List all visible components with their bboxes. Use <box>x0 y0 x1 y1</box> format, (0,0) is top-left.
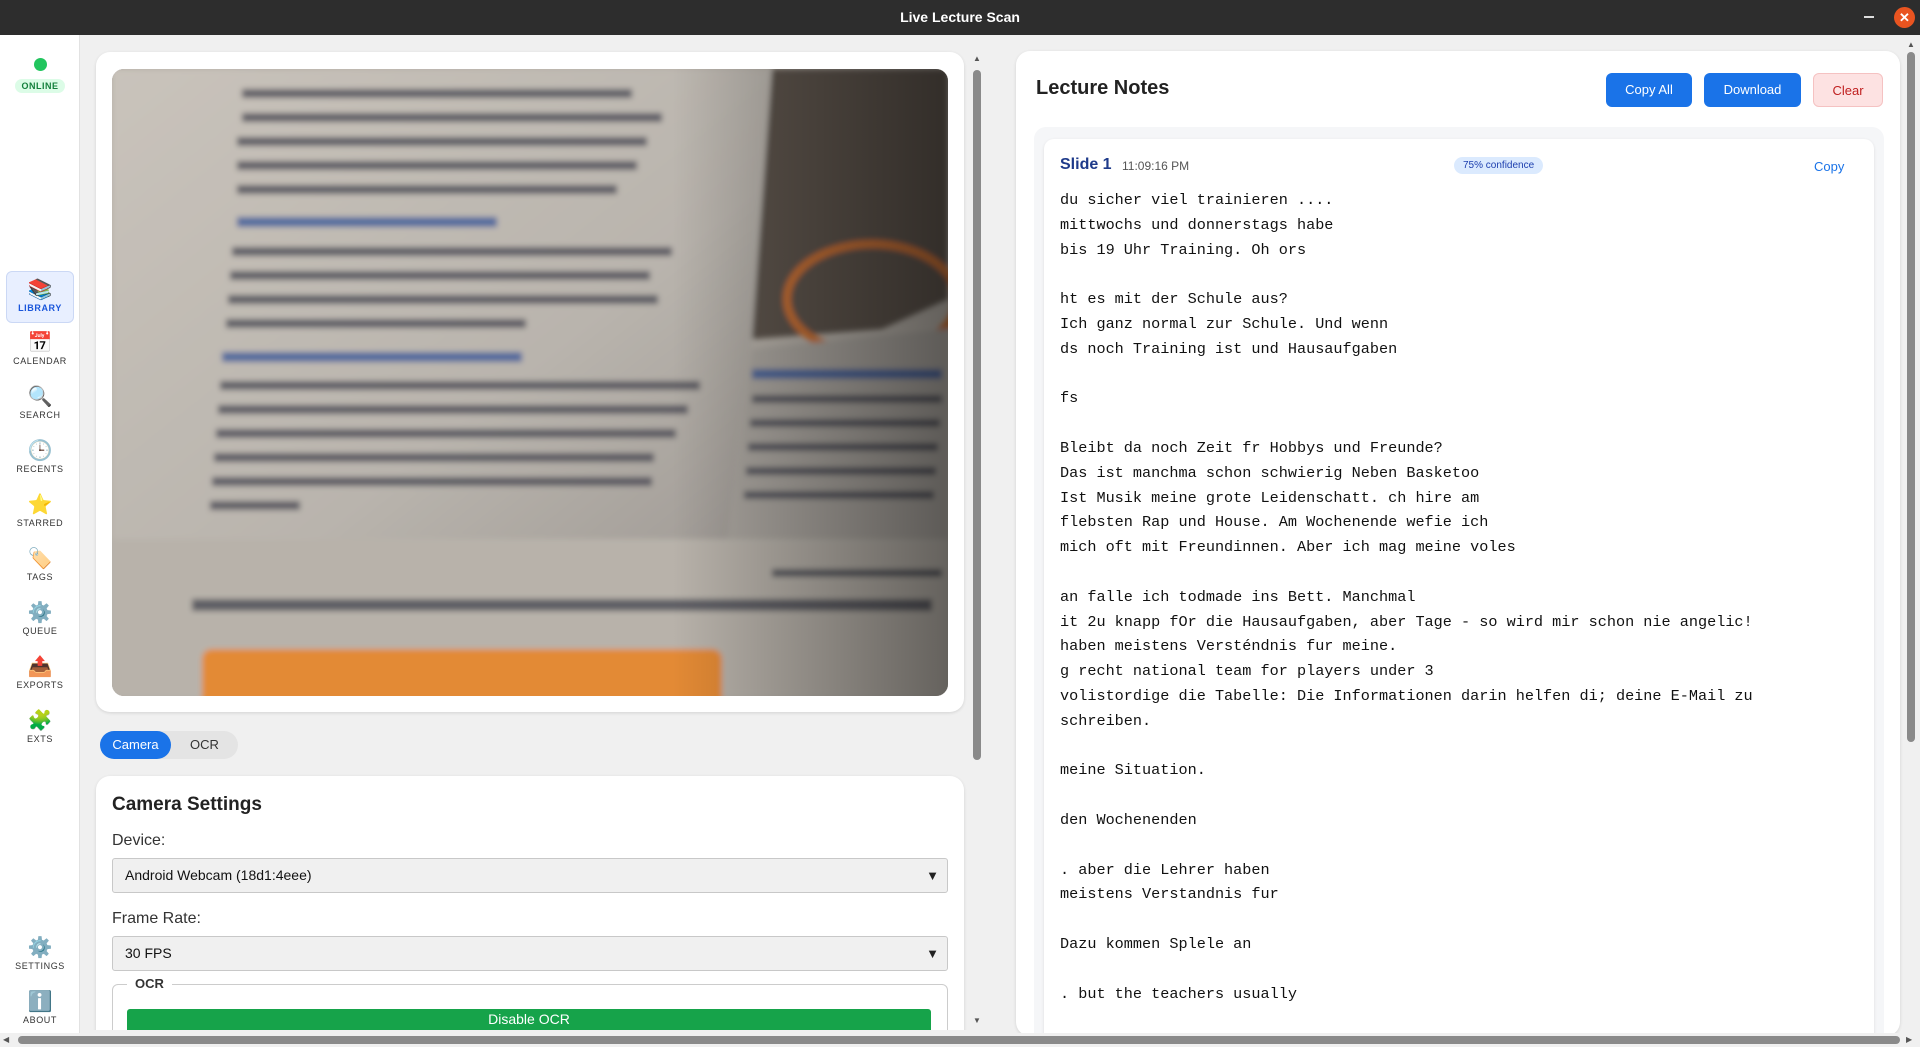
star-icon: ⭐ <box>27 494 53 516</box>
slide-ocr-text: du sicher viel trainieren .... mittwochs… <box>1060 191 1753 1003</box>
sidebar-item-settings[interactable]: ⚙️ SETTINGS <box>6 930 74 982</box>
sidebar-item-starred[interactable]: ⭐ STARRED <box>6 487 74 539</box>
notes-scrollbar[interactable]: ▲ <box>1904 38 1918 1028</box>
scrollbar-thumb[interactable] <box>18 1036 1900 1044</box>
copy-all-button[interactable]: Copy All <box>1606 73 1692 107</box>
minimize-icon[interactable] <box>1859 8 1879 28</box>
sidebar-item-label: CALENDAR <box>13 356 67 366</box>
confidence-badge: 75% confidence <box>1454 157 1544 174</box>
camera-pane: Camera OCR Camera Settings Device: Andro… <box>90 50 970 1030</box>
sidebar-item-label: ABOUT <box>22 1015 57 1025</box>
scrollbar-thumb[interactable] <box>1907 52 1915 742</box>
sidebar-item-tags[interactable]: 🏷️ TAGS <box>6 541 74 593</box>
sidebar-item-exts[interactable]: 🧩 EXTS <box>6 703 74 755</box>
sidebar-item-label: LIBRARY <box>18 303 62 313</box>
scrollbar-thumb[interactable] <box>973 70 981 760</box>
notes-list: Slide 1 11:09:16 PM 75% confidence Copy … <box>1034 127 1884 1036</box>
close-icon[interactable]: ✕ <box>1894 7 1915 28</box>
puzzle-icon: 🧩 <box>27 710 53 732</box>
device-select-value: Android Webcam (18d1:4eee) <box>125 867 312 883</box>
scroll-down-icon[interactable]: ▼ <box>970 1016 984 1025</box>
camera-frame-image <box>112 69 948 696</box>
status-badge: ONLINE <box>15 79 65 93</box>
tab-ocr[interactable]: OCR <box>171 731 238 759</box>
clock-icon: 🕒 <box>27 440 53 462</box>
sidebar: ONLINE 📚 LIBRARY 📅 CALENDAR 🔍 SEARCH 🕒 R… <box>0 35 80 1037</box>
ocr-fieldset: OCR Disable OCR <box>112 976 948 1030</box>
sidebar-item-search[interactable]: 🔍 SEARCH <box>6 379 74 431</box>
sidebar-item-about[interactable]: ℹ️ ABOUT <box>6 984 74 1036</box>
sidebar-item-queue[interactable]: ⚙️ QUEUE <box>6 595 74 647</box>
slide-title: Slide 1 <box>1060 156 1112 173</box>
sidebar-item-label: RECENTS <box>16 464 64 474</box>
frame-rate-select-value: 30 FPS <box>125 945 172 961</box>
sidebar-item-exports[interactable]: 📤 EXPORTS <box>6 649 74 701</box>
lecture-notes-panel: Lecture Notes Copy All Download Clear Sl… <box>1016 51 1900 1036</box>
mode-tabs: Camera OCR <box>100 731 238 759</box>
camera-preview-card <box>96 52 964 712</box>
horizontal-scrollbar[interactable]: ◀ ▶ <box>0 1033 1920 1047</box>
tab-camera[interactable]: Camera <box>100 731 171 759</box>
sidebar-item-library[interactable]: 📚 LIBRARY <box>6 271 74 323</box>
device-label: Device: <box>112 832 166 849</box>
scroll-up-icon[interactable]: ▲ <box>970 54 984 63</box>
scroll-right-icon[interactable]: ▶ <box>1906 1033 1912 1047</box>
chevron-down-icon: ▼ <box>926 946 939 961</box>
device-select[interactable]: Android Webcam (18d1:4eee) ▼ <box>112 858 948 893</box>
sidebar-item-label: EXTS <box>27 734 53 744</box>
sidebar-item-label: TAGS <box>26 572 54 582</box>
title-bar: Live Lecture Scan ✕ <box>0 0 1920 35</box>
camera-settings-title: Camera Settings <box>112 794 262 815</box>
ocr-legend: OCR <box>127 976 172 991</box>
gear-icon: ⚙️ <box>27 937 53 959</box>
download-button[interactable]: Download <box>1704 73 1801 107</box>
calendar-icon: 📅 <box>27 332 53 354</box>
lecture-notes-title: Lecture Notes <box>1036 77 1170 99</box>
status-dot-icon <box>33 58 47 71</box>
window-title: Live Lecture Scan <box>900 9 1020 25</box>
gear-icon: ⚙️ <box>27 602 53 624</box>
info-icon: ℹ️ <box>27 991 53 1013</box>
slide-note-card: Slide 1 11:09:16 PM 75% confidence Copy … <box>1044 139 1874 1036</box>
tag-icon: 🏷️ <box>27 548 53 570</box>
sidebar-item-label: SETTINGS <box>15 961 65 971</box>
chevron-down-icon: ▼ <box>926 868 939 883</box>
left-pane-scrollbar[interactable]: ▲ ▼ <box>970 50 984 1030</box>
sidebar-item-label: QUEUE <box>22 626 58 636</box>
frame-rate-select[interactable]: 30 FPS ▼ <box>112 936 948 971</box>
frame-rate-label: Frame Rate: <box>112 910 201 927</box>
sidebar-item-label: EXPORTS <box>16 680 64 690</box>
camera-settings-card: Camera Settings Device: Android Webcam (… <box>96 776 964 1030</box>
sidebar-item-recents[interactable]: 🕒 RECENTS <box>6 433 74 485</box>
scroll-up-icon[interactable]: ▲ <box>1904 40 1918 49</box>
export-tray-icon: 📤 <box>27 656 53 678</box>
library-icon: 📚 <box>27 279 53 301</box>
connection-status: ONLINE <box>8 58 72 94</box>
slide-timestamp: 11:09:16 PM <box>1122 159 1190 173</box>
clear-button[interactable]: Clear <box>1813 73 1883 107</box>
sidebar-item-label: STARRED <box>16 518 64 528</box>
scroll-left-icon[interactable]: ◀ <box>3 1033 9 1047</box>
slide-copy-button[interactable]: Copy <box>1814 159 1844 174</box>
sidebar-item-calendar[interactable]: 📅 CALENDAR <box>6 325 74 377</box>
disable-ocr-button[interactable]: Disable OCR <box>127 1009 931 1030</box>
camera-preview <box>112 69 948 696</box>
sidebar-item-label: SEARCH <box>19 410 61 420</box>
search-icon: 🔍 <box>27 386 53 408</box>
